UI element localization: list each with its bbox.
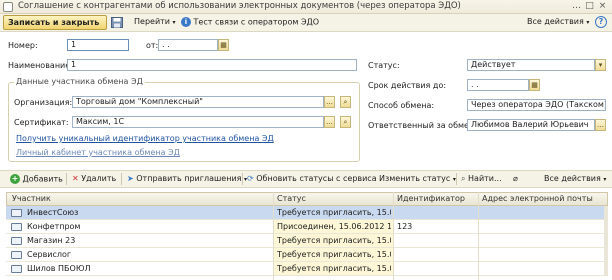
add-label: Добавить — [22, 174, 63, 184]
send-invites-button[interactable]: ➤ Отправить приглашения ▾ — [127, 174, 247, 185]
delete-label: Удалить — [81, 174, 117, 183]
participant-name: Магазин 23 — [27, 236, 76, 245]
all-actions-label: Все действия — [527, 17, 584, 26]
valid-until-label: Срок действия до: — [368, 81, 447, 90]
participant-status: Требуется пригласить, 15.0... — [277, 208, 391, 217]
chevron-down-icon: ▾ — [603, 176, 607, 183]
participant-status: Присоединен, 15.06.2012 12... — [277, 222, 391, 231]
date-label: от: — [146, 41, 159, 50]
organization-input[interactable]: Торговый дом "Комплексный" — [72, 96, 324, 108]
maximize-icon[interactable]: □ — [584, 1, 595, 12]
close-icon[interactable]: × — [597, 1, 608, 12]
window-title: Соглашение с контрагентами об использова… — [18, 1, 461, 11]
participant-name: ИнвестСоюз — [27, 208, 79, 217]
table-all-actions-menu[interactable]: Все действия ▾ — [544, 174, 606, 185]
select-dots-icon[interactable]: … — [595, 119, 606, 131]
column-header-email[interactable]: Адрес электронной почты — [482, 194, 593, 203]
date-input[interactable]: . . — [158, 39, 218, 51]
table-all-actions-label: Все действия — [544, 174, 601, 183]
find-label: Найти... — [468, 174, 502, 183]
organization-label: Организация: — [14, 98, 73, 107]
status-label: Статус: — [368, 61, 400, 70]
participant-icon — [11, 251, 22, 259]
test-connection-button[interactable]: i Тест связи с оператором ЭДО — [181, 17, 319, 28]
search-icon[interactable]: ⌕ — [340, 116, 351, 128]
participant-id: 123 — [397, 222, 413, 231]
participant-status: Требуется пригласить, 15.0... — [277, 250, 391, 259]
chevron-down-icon: ▾ — [172, 19, 176, 26]
get-id-link[interactable]: Получить уникальный идентификатор участн… — [16, 134, 274, 143]
update-statuses-label: Обновить статусы с сервиса — [256, 174, 377, 183]
participant-icon — [11, 265, 22, 273]
select-dots-icon[interactable]: … — [324, 116, 335, 128]
all-actions-menu[interactable]: Все действия ▾ — [527, 17, 589, 28]
name-input[interactable]: 1 — [67, 59, 357, 71]
responsible-input[interactable]: Любимов Валерий Юрьевич — [467, 119, 595, 131]
info-icon: i — [181, 17, 191, 27]
help-icon[interactable]: ? — [595, 16, 607, 28]
participant-name: Сервислог — [27, 250, 72, 259]
update-statuses-button[interactable]: ⟳ Обновить статусы с сервиса — [247, 174, 377, 184]
participant-status: Требуется пригласить, 15.0... — [277, 264, 391, 273]
certificate-input[interactable]: Максим, 1С — [72, 116, 324, 128]
test-connection-label: Тест связи с оператором ЭДО — [193, 17, 320, 27]
send-invites-icon: ➤ — [127, 174, 134, 183]
certificate-label: Сертификат: — [14, 118, 69, 127]
status-select[interactable]: Действует — [467, 59, 595, 71]
exchange-method-label: Способ обмена: — [368, 101, 435, 110]
participant-icon — [11, 237, 22, 245]
column-header-id[interactable]: Идентификатор — [397, 194, 465, 203]
participant-status: Требуется пригласить, 15.0... — [277, 236, 391, 245]
refresh-icon: ⟳ — [247, 174, 254, 183]
column-divider — [393, 192, 394, 280]
column-header-status[interactable]: Статус — [277, 194, 306, 203]
delete-icon: ✕ — [72, 174, 79, 183]
toolbar-separator — [121, 173, 122, 185]
change-status-button[interactable]: Изменить статус ▾ — [379, 174, 456, 185]
column-header-participant[interactable]: Участник — [12, 194, 51, 203]
chevron-down-icon: ▾ — [586, 19, 590, 26]
number-input[interactable]: 1 — [67, 39, 129, 51]
goto-menu-button[interactable]: Перейти ▾ — [134, 17, 176, 28]
column-divider — [273, 192, 274, 280]
dropdown-icon[interactable]: ▾ — [595, 59, 606, 71]
add-button[interactable]: + Добавить — [10, 174, 63, 185]
participant-name: Конфетпром — [27, 222, 81, 231]
goto-label: Перейти — [134, 17, 170, 26]
save-icon[interactable] — [111, 17, 123, 28]
valid-until-input[interactable]: . . — [467, 79, 529, 91]
responsible-label: Ответственный за обмен: — [368, 121, 477, 130]
cancel-search-icon[interactable]: ⌀ — [513, 174, 518, 184]
toolbar-separator — [456, 173, 457, 185]
participant-icon — [11, 223, 22, 231]
calendar-icon[interactable]: ▦ — [218, 39, 229, 51]
toolbar-separator — [66, 173, 67, 185]
send-invites-label: Отправить приглашения — [136, 174, 242, 183]
find-button[interactable]: ⌕ Найти... — [461, 174, 502, 184]
column-divider — [478, 192, 479, 280]
select-dots-icon[interactable]: … — [324, 96, 335, 108]
participant-name: Шилов ПБОЮЛ — [27, 264, 91, 273]
change-status-label: Изменить статус — [379, 174, 451, 183]
calendar-icon[interactable]: ▦ — [529, 79, 540, 91]
search-icon[interactable]: ⌕ — [340, 96, 351, 108]
table-scrollbar[interactable] — [604, 206, 608, 276]
document-icon — [3, 2, 13, 12]
participant-group-title: Данные участника обмена ЭД — [14, 77, 145, 86]
personal-cabinet-link[interactable]: Личный кабинет участника обмена ЭД — [16, 148, 180, 157]
name-label: Наименование: — [8, 61, 73, 70]
toolbar-separator — [242, 173, 243, 185]
delete-button[interactable]: ✕ Удалить — [72, 174, 116, 184]
minimize-icon[interactable]: … — [571, 1, 582, 12]
number-label: Номер: — [8, 41, 38, 50]
participant-icon — [11, 209, 22, 217]
save-and-close-button[interactable]: Записать и закрыть — [3, 15, 107, 30]
add-icon: + — [10, 174, 20, 184]
exchange-method-select[interactable]: Через оператора ЭДО (Такском) — [467, 99, 606, 111]
search-icon: ⌕ — [461, 174, 466, 183]
